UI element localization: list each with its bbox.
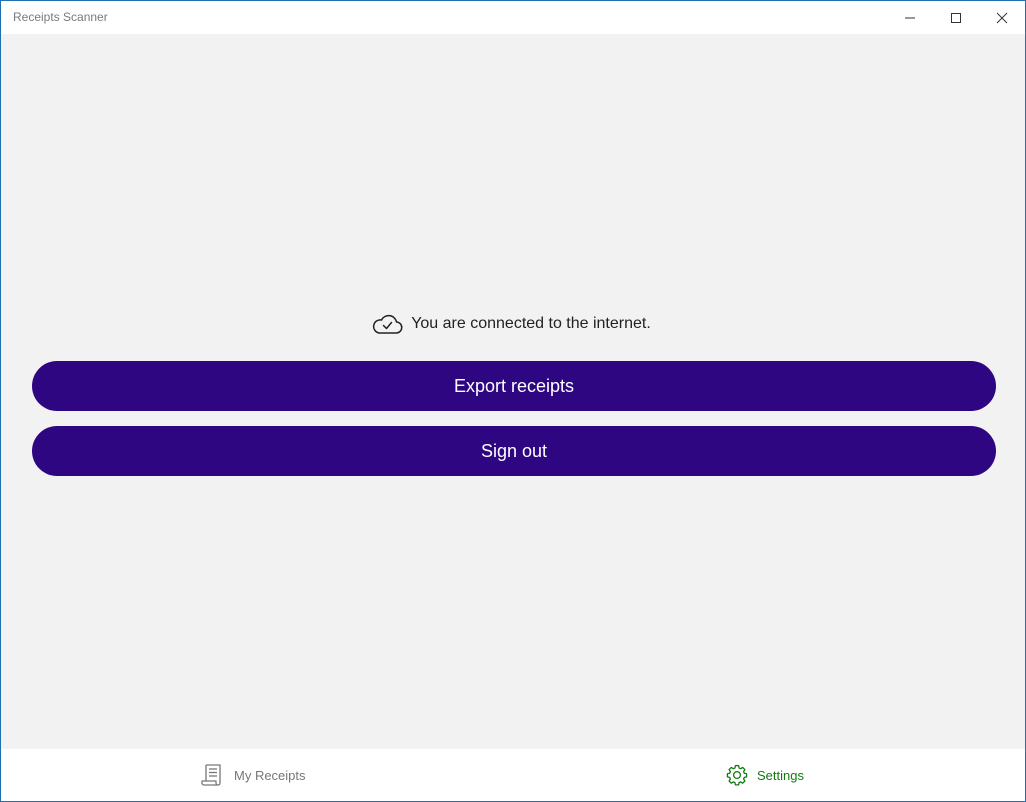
app-window: Receipts Scanner You are connected to th…	[0, 0, 1026, 802]
connection-status: You are connected to the internet.	[1, 310, 1025, 338]
connection-status-text: You are connected to the internet.	[411, 315, 651, 332]
receipt-icon	[201, 764, 221, 786]
nav-label-settings: Settings	[757, 767, 804, 783]
nav-item-settings[interactable]: Settings	[725, 749, 804, 801]
maximize-icon	[951, 12, 961, 23]
maximize-button[interactable]	[933, 1, 979, 34]
close-button[interactable]	[979, 1, 1025, 34]
cloud-check-icon	[373, 314, 403, 334]
sign-out-button[interactable]: Sign out	[32, 426, 996, 476]
window-title: Receipts Scanner	[13, 10, 108, 24]
bottom-navigation: My Receipts Settings	[1, 749, 1025, 801]
minimize-button[interactable]	[887, 1, 933, 34]
nav-item-my-receipts[interactable]: My Receipts	[200, 749, 306, 801]
close-icon	[996, 12, 1008, 23]
export-receipts-button[interactable]: Export receipts	[32, 361, 996, 411]
gear-icon	[726, 764, 748, 786]
title-bar[interactable]: Receipts Scanner	[1, 1, 1025, 34]
settings-page: You are connected to the internet. Expor…	[1, 34, 1025, 749]
nav-label-my-receipts: My Receipts	[234, 767, 306, 783]
minimize-icon	[905, 17, 915, 18]
